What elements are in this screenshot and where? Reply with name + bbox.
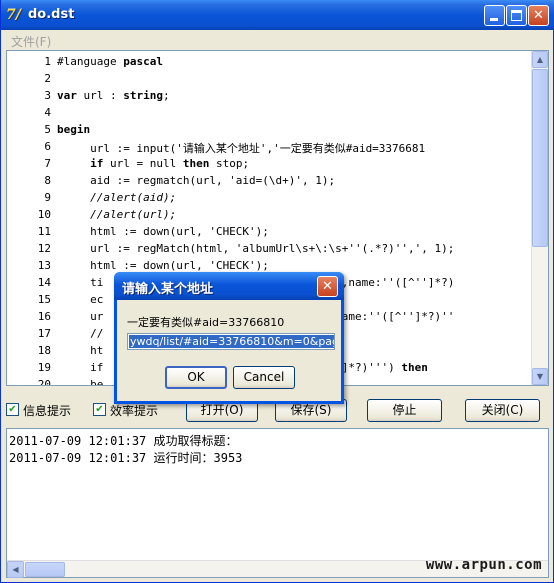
efficiency-checkbox-label: 效率提示 — [110, 404, 159, 418]
log-line: 2011-07-09 12:01:37 运行时间：3953 — [9, 451, 243, 465]
code-line: #language pascal — [57, 55, 163, 68]
line-number: 14 — [37, 276, 51, 289]
line-number: 17 — [37, 327, 51, 340]
code-line: begin — [57, 123, 91, 136]
code-line: // — [57, 327, 104, 340]
close-icon: ✕ — [533, 8, 544, 23]
info-checkbox[interactable]: ✔ — [6, 403, 19, 416]
line-number: 1 — [44, 55, 51, 68]
line-number: 19 — [37, 361, 51, 374]
close-icon: ✕ — [322, 279, 333, 294]
window-title: do.dst — [28, 7, 75, 22]
code-line: be — [57, 378, 104, 386]
line-number: 12 — [37, 242, 51, 255]
menu-file[interactable]: 文件(F) — [11, 33, 51, 50]
maximize-button[interactable] — [506, 5, 527, 26]
dialog-prompt: 一定要有类似#aid=33766810 — [127, 316, 285, 329]
ok-button[interactable]: OK — [165, 366, 227, 389]
line-number: 16 — [37, 310, 51, 323]
line-number: 10 — [37, 208, 51, 221]
minimize-button[interactable] — [484, 5, 505, 26]
maximize-icon — [511, 10, 522, 21]
stop-button[interactable]: 停止 — [367, 399, 442, 422]
info-checkbox-label: 信息提示 — [23, 404, 72, 418]
line-number: 4 — [44, 106, 51, 119]
code-line: url := regMatch(html, 'albumUrl\s+\:\s+'… — [57, 242, 455, 255]
url-input[interactable]: ywdq/list/#aid=33766810&m=0&page=1 — [127, 333, 335, 350]
dialog-close-button[interactable]: ✕ — [317, 276, 338, 297]
minimize-icon — [490, 18, 498, 21]
code-line: //alert(aid); — [90, 191, 177, 204]
log-panel[interactable]: 2011-07-09 12:01:37 成功取得标题： 2011-07-09 1… — [6, 428, 549, 578]
close-app-button[interactable]: 关闭(C) — [465, 399, 540, 422]
code-line: ec — [57, 293, 104, 306]
horizontal-scroll-thumb[interactable] — [25, 562, 65, 577]
menu-bar: 文件(F) — [4, 30, 552, 50]
scroll-thumb[interactable] — [532, 69, 548, 247]
line-number-gutter: 1 2 3 4 5 6 7 8 9 10 11 12 13 14 15 16 17 18 19 20 — [7, 51, 55, 385]
app-icon: 7/ — [6, 7, 21, 23]
cancel-button[interactable]: Cancel — [233, 366, 295, 389]
line-number: 20 — [37, 378, 51, 386]
scroll-up-button[interactable]: ▲ — [532, 51, 548, 68]
line-number: 9 — [44, 191, 51, 204]
code-line: if url = null then stop; — [90, 157, 250, 170]
line-number: 13 — [37, 259, 51, 272]
scroll-down-button[interactable]: ▼ — [532, 368, 548, 385]
vertical-scrollbar[interactable]: ▲ ▼ — [531, 51, 548, 385]
line-number: 8 — [44, 174, 51, 187]
dialog-title: 请输入某个地址 — [122, 282, 214, 297]
line-number: 7 — [44, 157, 51, 170]
line-number: 3 — [44, 89, 51, 102]
code-line: html := down(url, 'CHECK'); — [57, 259, 269, 272]
line-number: 6 — [44, 140, 51, 153]
dialog-title-bar[interactable]: 请输入某个地址 ✕ — [114, 272, 344, 300]
watermark: www.arpun.com — [425, 557, 542, 573]
efficiency-checkbox[interactable]: ✔ — [93, 403, 106, 416]
code-line: //alert(url); — [90, 208, 177, 221]
line-number: 11 — [37, 225, 51, 238]
code-line: aid := regmatch(url, 'aid=(\d+)', 1); — [57, 174, 336, 187]
title-bar[interactable]: 7/ do.dst ✕ — [1, 0, 554, 30]
url-input-value: ywdq/list/#aid=33766810&m=0&page=1 — [129, 335, 334, 348]
log-line: 2011-07-09 12:01:37 成功取得标题： — [9, 434, 238, 448]
code-line: url := input('请输入某个地址','一定要有类似#aid=33766… — [57, 142, 426, 155]
line-number: 2 — [44, 72, 51, 85]
scroll-left-button[interactable]: ◀ — [7, 561, 24, 578]
line-number: 15 — [37, 293, 51, 306]
code-line: html := down(url, 'CHECK'); — [57, 225, 269, 238]
close-button[interactable]: ✕ — [528, 5, 549, 26]
line-number: 18 — [37, 344, 51, 357]
code-line: ht — [57, 344, 104, 357]
line-number: 5 — [44, 123, 51, 136]
code-line: var url : string; — [57, 89, 170, 102]
input-dialog: 请输入某个地址 ✕ 一定要有类似#aid=33766810 ywdq/list/… — [114, 272, 344, 404]
